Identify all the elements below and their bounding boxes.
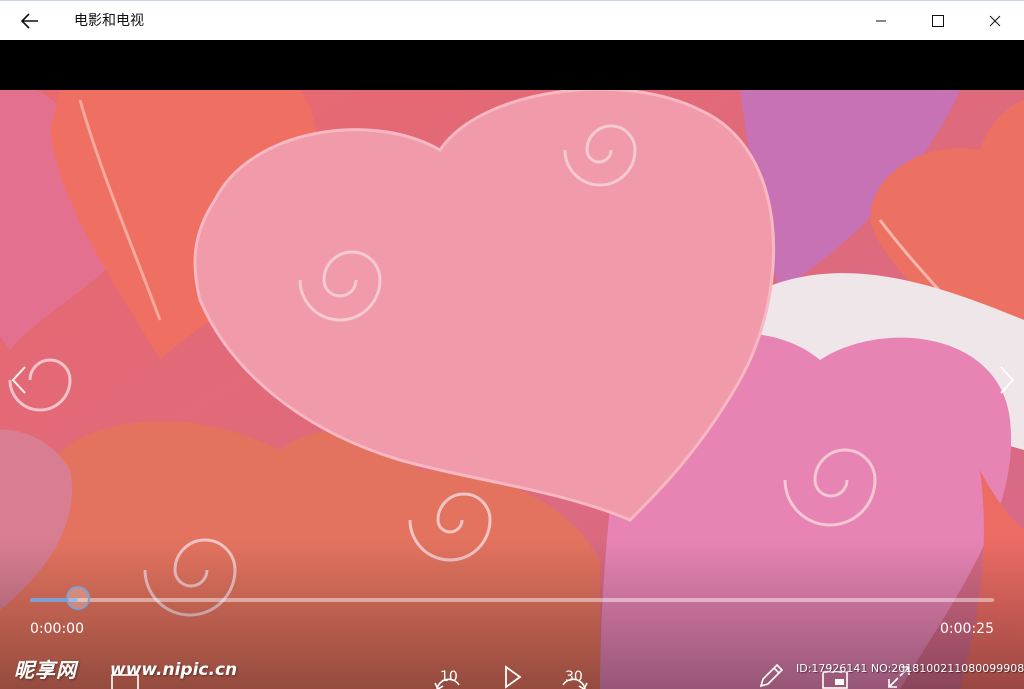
close-icon bbox=[989, 15, 1001, 27]
skip-back-label: 10 bbox=[440, 669, 458, 685]
captions-icon bbox=[111, 674, 139, 689]
letterbox-bar bbox=[0, 40, 1024, 90]
back-button[interactable] bbox=[10, 5, 50, 37]
seek-bar-thumb[interactable] bbox=[66, 586, 91, 610]
chevron-left-icon bbox=[11, 366, 26, 394]
next-button[interactable] bbox=[992, 358, 1022, 402]
chevron-right-icon bbox=[1000, 366, 1015, 394]
play-button[interactable] bbox=[498, 652, 528, 689]
maximize-icon bbox=[932, 15, 944, 27]
edit-button[interactable] bbox=[756, 652, 786, 689]
back-arrow-icon bbox=[21, 13, 38, 29]
watermark-id: ID:17926141 NO:20181002110800999089 bbox=[796, 662, 1024, 675]
total-time: 0:00:25 bbox=[940, 621, 994, 637]
maximize-button[interactable] bbox=[909, 1, 967, 41]
minimize-button[interactable] bbox=[852, 1, 910, 41]
previous-button[interactable] bbox=[4, 358, 34, 402]
play-icon bbox=[505, 665, 522, 689]
watermark-logo: 昵享网 bbox=[14, 658, 77, 682]
skip-forward-label: 30 bbox=[565, 669, 583, 685]
app-title: 电影和电视 bbox=[74, 13, 144, 29]
minimize-icon bbox=[876, 20, 886, 22]
captions-button[interactable] bbox=[110, 652, 140, 689]
title-bar: 电影和电视 bbox=[0, 0, 1024, 40]
close-button[interactable] bbox=[966, 1, 1024, 41]
seek-bar[interactable] bbox=[30, 586, 994, 610]
pencil-icon bbox=[759, 663, 784, 688]
current-time: 0:00:00 bbox=[30, 621, 84, 637]
